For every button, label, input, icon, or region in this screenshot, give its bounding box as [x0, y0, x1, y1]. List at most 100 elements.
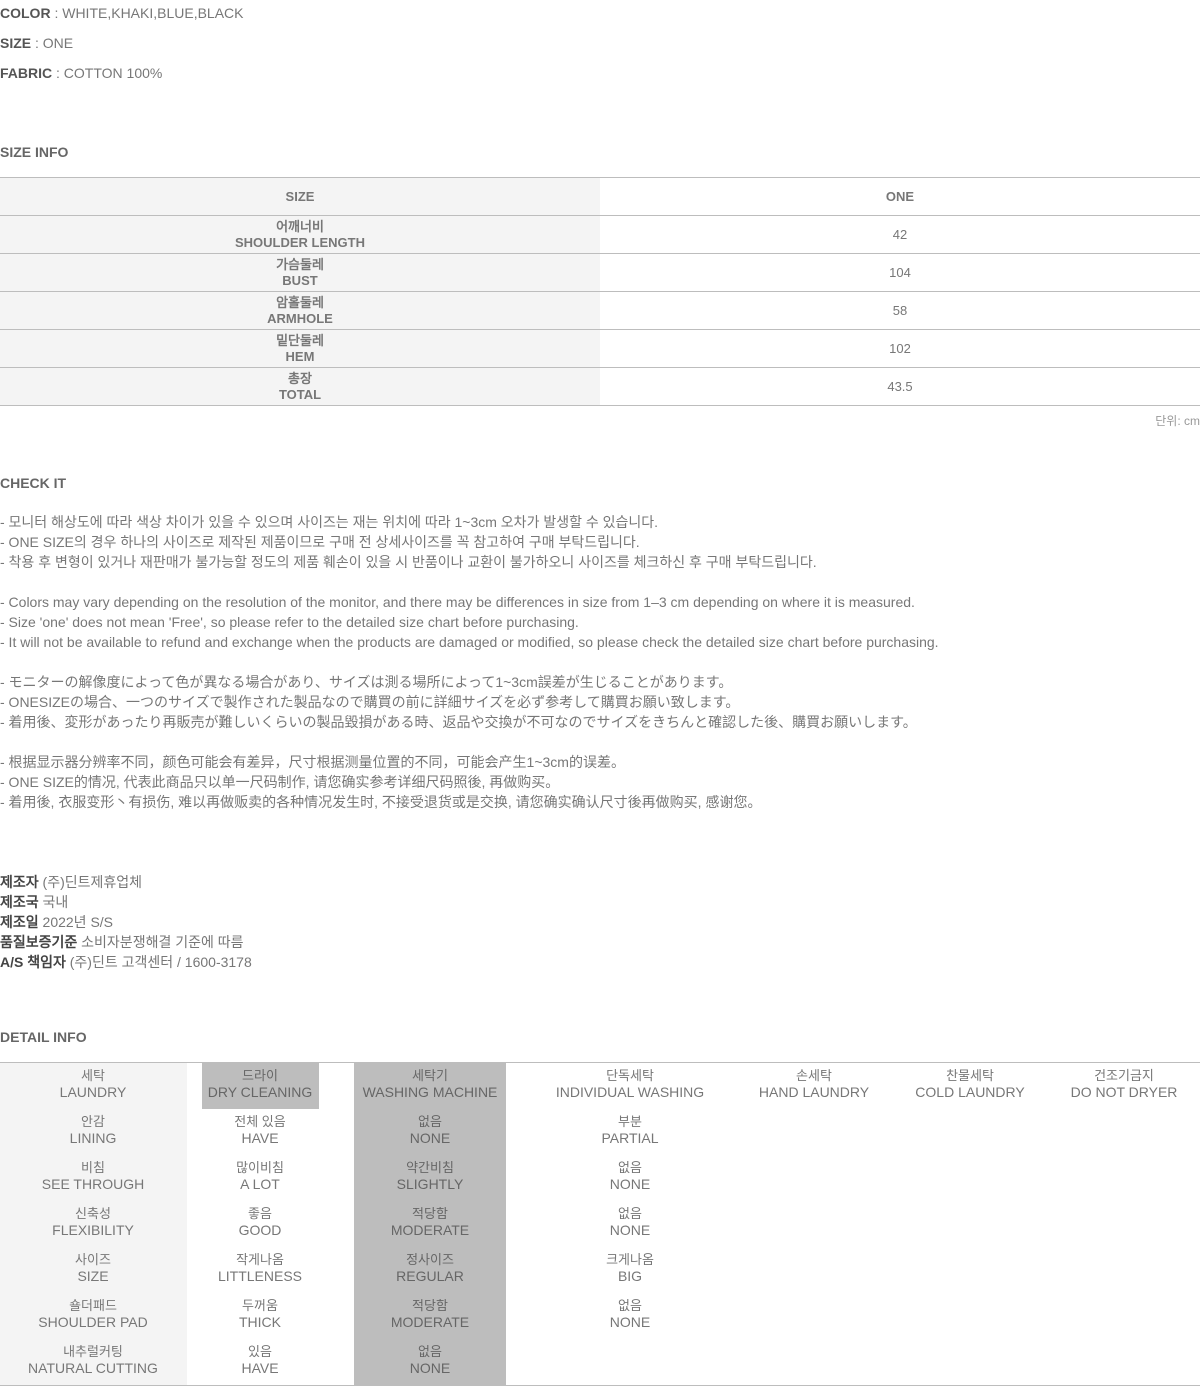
check-spacer: [0, 652, 939, 672]
size-row: 가슴둘레 BUST 104: [0, 254, 1200, 292]
size-label-ko: 총장: [288, 370, 312, 386]
size-row: 암홀둘레 ARMHOLE 58: [0, 292, 1200, 330]
detail-info-title: DETAIL INFO: [0, 1029, 87, 1045]
detail-text-en: REGULAR: [396, 1268, 464, 1284]
detail-text-ko: 적당함: [412, 1206, 448, 1221]
detail-text-en: SLIGHTLY: [396, 1176, 464, 1192]
size-header-label: SIZE: [0, 178, 600, 215]
detail-text-en: INDIVIDUAL WASHING: [555, 1084, 705, 1100]
spec-label: FABRIC: [0, 65, 53, 81]
detail-text-ko: 없음: [418, 1344, 442, 1359]
detail-option: 부분 PARTIAL: [530, 1113, 730, 1147]
check-line: - Size 'one' does not mean 'Free', so pl…: [0, 614, 579, 630]
size-label-ko: 어깨너비: [276, 218, 324, 234]
check-line: - 根据显示器分辨率不同，颜色可能会有差异，尺寸根据测量位置的不同，可能会产生1…: [0, 754, 625, 770]
size-label-ko: 밑단둘레: [276, 332, 324, 348]
detail-table: 세탁 LAUNDRY 드라이 DRY CLEANING 세탁기 WASHING MACHI…: [0, 1062, 1200, 1386]
check-line: - ONE SIZE的情况, 代表此商品只以单一尺码制作, 请您确实参考详细尺码…: [0, 774, 560, 790]
detail-text-en: DO NOT DRYER: [1070, 1084, 1178, 1100]
detail-option: 없음 NONE: [530, 1205, 730, 1239]
detail-text-ko: 정사이즈: [406, 1252, 454, 1267]
spec-label: SIZE: [0, 35, 32, 51]
detail-option: 없음 NONE: [330, 1113, 530, 1147]
detail-option: 세탁기 WASHING MACHINE: [330, 1067, 530, 1101]
detail-text-en: NONE: [409, 1360, 451, 1376]
maker-label: 제조일: [0, 914, 39, 930]
detail-option: 없음 NONE: [530, 1159, 730, 1193]
spec-color: COLOR : WHITE,KHAKI,BLUE,BLACK: [0, 3, 244, 23]
detail-text-ko: 없음: [618, 1160, 642, 1175]
check-spacer: [0, 572, 939, 592]
check-line: - Colors may vary depending on the resol…: [0, 594, 915, 610]
maker-label: 제조자: [0, 874, 39, 890]
maker-line: 품질보증기준 소비자분쟁해결 기준에 따름: [0, 932, 252, 952]
check-it-title: CHECK IT: [0, 475, 67, 491]
maker-info: 제조자 (주)딘트제휴업체 제조국 국내 제조일 2022년 S/S 품질보증기…: [0, 872, 252, 972]
maker-value: 2022년 S/S: [38, 914, 114, 930]
size-label-en: TOTAL: [278, 386, 322, 402]
size-table-header: SIZE ONE: [0, 178, 1200, 216]
size-row: 어깨너비 SHOULDER LENGTH 42: [0, 216, 1200, 254]
size-header-value: ONE: [885, 189, 915, 204]
detail-option: 크게나옴 BIG: [530, 1251, 730, 1285]
detail-text-en: NONE: [609, 1222, 651, 1238]
detail-text-ko: 적당함: [412, 1298, 448, 1313]
maker-line: 제조일 2022년 S/S: [0, 912, 252, 932]
detail-text-en: PARTIAL: [601, 1130, 659, 1146]
maker-value: 국내: [38, 894, 69, 910]
spec-value: : COTTON 100%: [52, 65, 163, 81]
detail-text-en: NONE: [609, 1176, 651, 1192]
maker-label: 제조국: [0, 894, 39, 910]
detail-text-en: NONE: [609, 1314, 651, 1330]
size-label-en: SHOULDER LENGTH: [235, 234, 365, 250]
check-line: - ONE SIZE의 경우 하나의 사이즈로 제작된 제품이므로 구매 전 상…: [0, 534, 640, 550]
detail-text-ko: 건조기금지: [1094, 1068, 1154, 1083]
maker-value: 소비자분쟁해결 기준에 따름: [77, 934, 244, 950]
detail-option: 없음 NONE: [530, 1297, 730, 1331]
size-row-label: 총장 TOTAL: [0, 368, 600, 405]
size-row: 밑단둘레 HEM 102: [0, 330, 1200, 368]
spec-fabric: FABRIC : COTTON 100%: [0, 63, 162, 83]
detail-text-ko: 세탁기: [412, 1068, 448, 1083]
size-row-value: 58: [892, 303, 908, 318]
detail-text-ko: 없음: [618, 1206, 642, 1221]
maker-line: 제조자 (주)딘트제휴업체: [0, 872, 252, 892]
size-row-value: 104: [889, 265, 911, 280]
maker-value: (주)딘트 고객센터 / 1600-3178: [65, 954, 252, 970]
maker-line: 제조국 국내: [0, 892, 252, 912]
size-row-value: 43.5: [887, 379, 913, 394]
check-line: - ONESIZEの場合、一つのサイズで製作された製品なので購買の前に詳細サイズ…: [0, 694, 740, 710]
spec-value: : WHITE,KHAKI,BLUE,BLACK: [50, 5, 244, 21]
spec-label: COLOR: [0, 5, 51, 21]
size-row-label: 밑단둘레 HEM: [0, 330, 600, 367]
size-row-value: 102: [889, 341, 911, 356]
maker-label: 품질보증기준: [0, 934, 78, 950]
detail-text-ko: 없음: [418, 1114, 442, 1129]
size-table: SIZE ONE 어깨너비 SHOULDER LENGTH 42 가슴둘레 BUST…: [0, 177, 1200, 406]
detail-option: 정사이즈 REGULAR: [330, 1251, 530, 1285]
check-line: - It will not be available to refund and…: [0, 634, 939, 650]
size-row-label: 어깨너비 SHOULDER LENGTH: [0, 216, 600, 253]
detail-text-ko: 약간비침: [406, 1160, 454, 1175]
size-row-label: 암홀둘레 ARMHOLE: [0, 292, 600, 329]
detail-text-ko: 단독세탁: [606, 1068, 654, 1083]
size-info-title: SIZE INFO: [0, 144, 69, 160]
detail-text-en: NONE: [409, 1130, 451, 1146]
detail-text-en: BIG: [617, 1268, 643, 1284]
detail-text-en: WASHING MACHINE: [362, 1084, 498, 1100]
detail-option: 적당함 MODERATE: [330, 1205, 530, 1239]
detail-option: 약간비침 SLIGHTLY: [330, 1159, 530, 1193]
size-label-ko: 암홀둘레: [276, 294, 324, 310]
size-row-label: 가슴둘레 BUST: [0, 254, 600, 291]
detail-text-en: MODERATE: [390, 1222, 470, 1238]
detail-text-en: MODERATE: [390, 1314, 470, 1330]
detail-text-ko: 부분: [618, 1114, 642, 1129]
detail-text-ko: 없음: [618, 1298, 642, 1313]
size-label-en: ARMHOLE: [267, 310, 333, 326]
check-spacer: [0, 732, 939, 752]
detail-option: 적당함 MODERATE: [330, 1297, 530, 1331]
check-line: - 모니터 해상도에 따라 색상 차이가 있을 수 있으며 사이즈는 재는 위치…: [0, 514, 659, 530]
size-label-en: HEM: [285, 348, 315, 364]
spec-value: : ONE: [31, 35, 74, 51]
maker-value: (주)딘트제휴업체: [38, 874, 143, 890]
